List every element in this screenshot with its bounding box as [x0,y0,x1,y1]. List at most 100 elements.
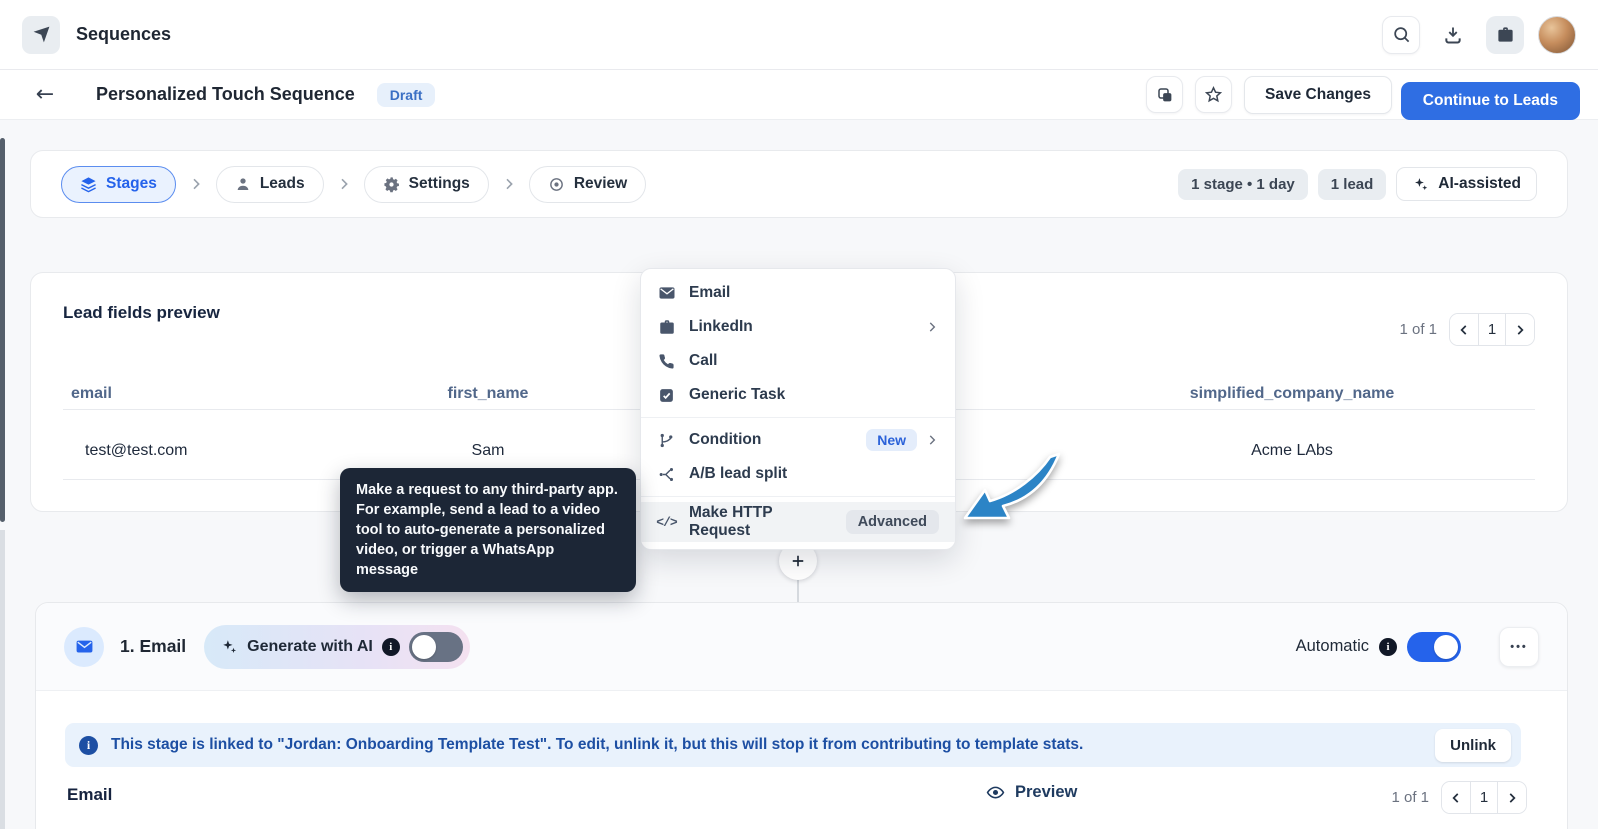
copy-icon [1156,86,1174,104]
briefcase-icon [657,318,676,336]
unlink-button[interactable]: Unlink [1435,728,1511,762]
ellipsis-icon: ••• [1510,640,1528,653]
download-icon [1443,25,1463,45]
save-changes-button[interactable]: Save Changes [1244,75,1392,114]
envelope-icon [75,637,94,656]
divider [641,417,955,418]
sparkles-icon [220,638,238,656]
star-icon [1204,85,1223,104]
preview-label: Preview [1015,783,1078,801]
chevron-right-icon [501,176,517,192]
user-icon [235,176,251,192]
duplicate-button[interactable] [1146,76,1184,113]
automatic-label: Automatic [1295,637,1369,655]
column-header-company: simplified_company_name [1189,385,1395,402]
lead-count-badge: 1 lead [1317,168,1387,200]
arrow-left-icon: ← [35,81,55,107]
app-title: Sequences [76,24,172,44]
lead-preview-title: Lead fields preview [63,303,220,322]
generate-ai-toggle[interactable] [408,631,463,662]
linked-template-banner: i This stage is linked to "Jordan: Onboa… [65,723,1521,767]
tab-stages[interactable]: Stages [61,165,176,203]
tab-label: Settings [408,175,470,192]
menu-item-http-request[interactable]: </> Make HTTP Request Advanced [641,502,955,542]
menu-item-generic-task[interactable]: Generic Task [641,378,955,412]
review-eye-icon [548,176,565,193]
stage-menu-button[interactable]: ••• [1499,626,1539,667]
scrollbar-thumb[interactable] [0,138,5,522]
next-page-button[interactable] [1506,314,1534,345]
current-page: 1 [1478,314,1506,345]
menu-item-ab-split[interactable]: A/B lead split [641,457,955,491]
briefcase-icon [1496,25,1515,44]
stage-card-header: 1. Email Generate with AI i Automatic i … [36,603,1567,691]
tab-settings[interactable]: Settings [363,165,489,203]
tab-leads[interactable]: Leads [215,165,324,203]
column-header-email: email [71,385,112,402]
scrollbar-track[interactable] [0,530,5,829]
menu-item-linkedin[interactable]: LinkedIn [641,310,955,344]
menu-item-label: Email [689,284,731,301]
menu-item-label: Generic Task [689,386,786,403]
tab-review[interactable]: Review [528,165,647,203]
app-logo [22,15,60,54]
paper-plane-icon [32,25,51,44]
preview-tab[interactable]: Preview [986,783,1077,802]
column-header-first-name: first_name [447,385,529,402]
plus-icon [789,552,807,570]
favorite-button[interactable] [1195,76,1233,113]
cell-company: Acme LAbs [1251,442,1333,459]
current-page: 1 [1470,782,1498,813]
info-icon[interactable]: i [381,637,400,656]
checkbox-icon [657,387,676,404]
page-info: 1 of 1 [1391,789,1429,806]
page-info: 1 of 1 [1399,321,1437,338]
layers-icon [80,176,97,193]
prev-page-button[interactable] [1450,314,1478,345]
info-icon[interactable]: i [1379,637,1397,656]
chevron-right-icon [925,320,939,334]
page-title: Personalized Touch Sequence [96,84,355,104]
workspace-button[interactable] [1486,15,1524,54]
email-section-title: Email [67,785,113,804]
continue-to-leads-button[interactable]: Continue to Leads [1400,81,1580,120]
ai-assisted-badge[interactable]: AI-assisted [1396,167,1537,201]
email-editor-header: Email Preview 1 of 1 1 [36,775,1567,819]
phone-icon [657,353,676,370]
editor-pagination: 1 of 1 1 [1391,781,1527,814]
prev-page-button[interactable] [1442,782,1470,813]
info-icon: i [79,735,98,755]
menu-item-condition[interactable]: Condition New [641,423,955,457]
eye-icon [986,783,1005,802]
new-badge: New [866,429,917,451]
menu-item-call[interactable]: Call [641,344,955,378]
menu-item-label: Make HTTP Request [689,504,773,539]
menu-item-label: A/B lead split [689,465,788,482]
advanced-badge: Advanced [845,510,939,534]
gear-icon [383,176,400,193]
next-page-button[interactable] [1498,782,1526,813]
stage-title: 1. Email [120,636,187,656]
split-icon [657,466,676,483]
back-button[interactable]: ← [30,81,60,107]
divider [641,496,955,497]
banner-text: This stage is linked to "Jordan: Onboard… [111,736,1084,753]
cell-email: test@test.com [85,442,188,459]
stage-card: 1. Email Generate with AI i Automatic i … [35,602,1568,829]
flow-connector-line [797,576,799,604]
export-button[interactable] [1434,16,1472,54]
topbar: Sequences [0,0,1598,70]
search-button[interactable] [1382,15,1420,54]
user-avatar[interactable] [1538,15,1576,54]
chevron-right-icon [336,176,352,192]
ai-assisted-label: AI-assisted [1438,175,1521,192]
automatic-toggle[interactable] [1407,631,1461,662]
menu-item-label: Condition [689,431,762,448]
code-icon: </> [656,514,677,530]
cell-first-name: Sam [471,442,505,459]
tab-label: Review [573,175,628,192]
chevron-right-icon [188,176,204,192]
menu-item-email[interactable]: Email [641,276,955,310]
app-root: Sequences ← Personalized Touch Sequence … [0,0,1598,829]
generate-ai-pill[interactable]: Generate with AI i [204,624,470,669]
